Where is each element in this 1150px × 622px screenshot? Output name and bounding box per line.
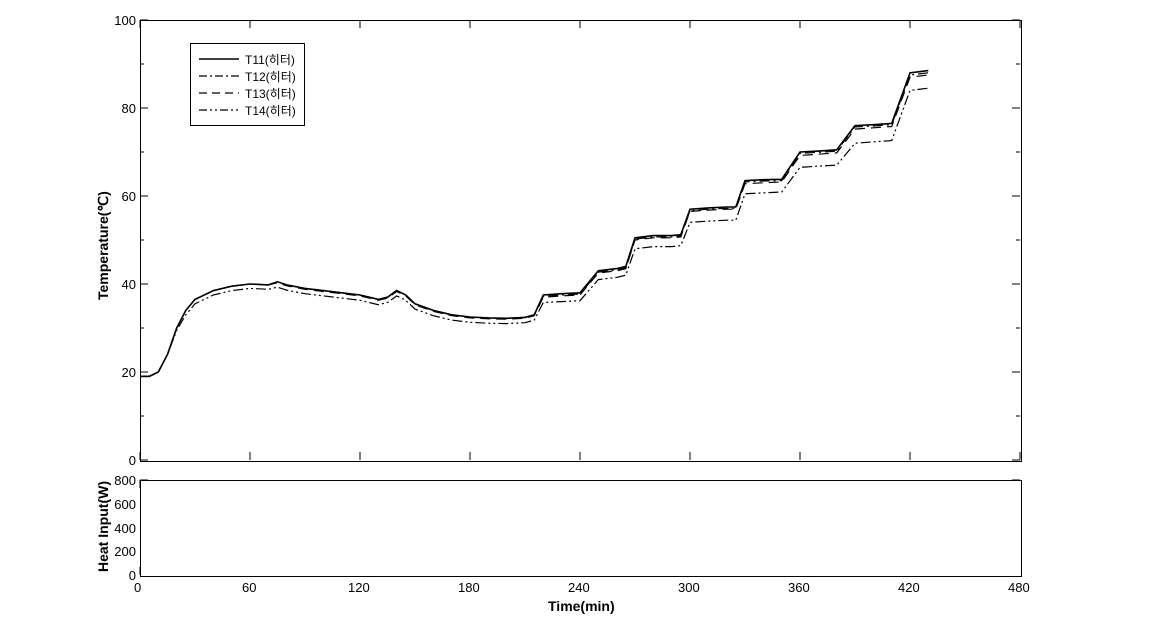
legend-item: T14(히터) [199, 102, 296, 118]
xtick: 420 [898, 580, 920, 595]
legend: T11(히터) T12(히터) T13(히터) T14(히터) [190, 43, 305, 126]
ylabel-temperature: Temperature(℃) [95, 191, 112, 300]
xlabel-time: Time(min) [548, 598, 615, 614]
legend-label: T13(히터) [245, 85, 296, 102]
ytick-top: 40 [112, 277, 136, 292]
legend-item: T13(히터) [199, 85, 296, 101]
legend-swatch-dashdotdot-icon [199, 103, 239, 117]
figure: { "chart_data": [ { "type": "line", "xla… [0, 0, 1150, 622]
legend-item: T11(히터) [199, 51, 296, 67]
xtick: 60 [242, 580, 256, 595]
legend-label: T14(히터) [245, 102, 296, 119]
legend-swatch-solid-icon [199, 52, 239, 66]
xtick: 360 [788, 580, 810, 595]
legend-swatch-dashed-icon [199, 86, 239, 100]
legend-item: T12(히터) [199, 68, 296, 84]
xtick: 180 [458, 580, 480, 595]
ylabel-heat-input: Heat Input(W) [95, 481, 111, 572]
series-t14 [140, 88, 928, 376]
ytick-top: 0 [120, 453, 136, 468]
ytick-top: 60 [112, 189, 136, 204]
ytick-top: 100 [104, 13, 136, 28]
heat-input-plot [140, 480, 1022, 577]
xtick: 300 [678, 580, 700, 595]
ytick-top: 80 [112, 101, 136, 116]
xtick: 0 [134, 580, 141, 595]
ytick-top: 20 [112, 365, 136, 380]
xtick: 240 [568, 580, 590, 595]
legend-label: T12(히터) [245, 68, 296, 85]
legend-swatch-dashdot-icon [199, 69, 239, 83]
legend-label: T11(히터) [245, 51, 295, 68]
xtick: 120 [348, 580, 370, 595]
xtick: 480 [1008, 580, 1030, 595]
